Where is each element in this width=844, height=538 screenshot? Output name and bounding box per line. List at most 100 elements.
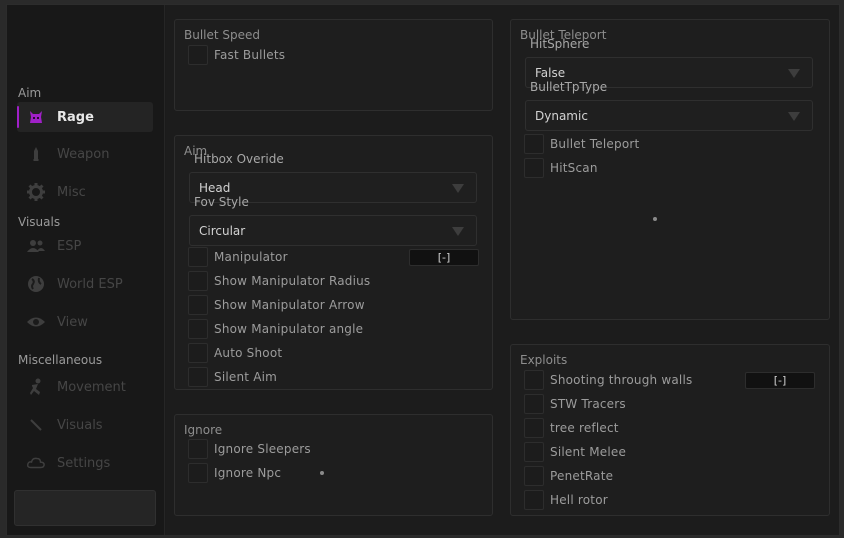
- checkbox-label: tree reflect: [550, 421, 619, 435]
- hitsphere-label: HitSphere: [530, 37, 590, 51]
- sidebar-item-label: Movement: [57, 379, 126, 395]
- sidebar-item-label: Rage: [57, 109, 94, 125]
- checkbox-label: Ignore Npc: [214, 466, 282, 480]
- checkbox[interactable]: [188, 45, 208, 65]
- sidebar-item-label: Visuals: [57, 417, 103, 433]
- fov-style-label: Fov Style: [194, 195, 249, 209]
- panel-title: Ignore: [184, 423, 223, 437]
- profile-box[interactable]: [14, 490, 156, 526]
- fast-bullets-checkbox[interactable]: Fast Bullets: [188, 45, 285, 65]
- checkbox[interactable]: [188, 247, 208, 267]
- cloud-icon: [27, 454, 45, 472]
- penetrate-checkbox[interactable]: PenetRate: [524, 466, 613, 486]
- hell-rotor-checkbox[interactable]: Hell rotor: [524, 490, 608, 510]
- users-icon: [27, 237, 45, 255]
- sidebar: Aim Rage Weapon Misc Visuals ESP World E…: [7, 5, 165, 535]
- sidebar-item-label: Misc: [57, 184, 86, 200]
- checkbox[interactable]: [524, 370, 544, 390]
- sidebar-item-visuals[interactable]: Visuals: [17, 410, 153, 440]
- globe-icon: [27, 275, 45, 293]
- sidebar-item-esp[interactable]: ESP: [17, 231, 153, 261]
- silent-melee-checkbox[interactable]: Silent Melee: [524, 442, 626, 462]
- checkbox[interactable]: [188, 319, 208, 339]
- checkbox[interactable]: [524, 442, 544, 462]
- manipulator-checkbox[interactable]: Manipulator: [188, 247, 288, 267]
- sidebar-item-label: ESP: [57, 238, 82, 254]
- pencil-icon: [27, 416, 45, 434]
- silent-aim-checkbox[interactable]: Silent Aim: [188, 367, 277, 387]
- checkbox[interactable]: [524, 158, 544, 178]
- stw-tracers-checkbox[interactable]: STW Tracers: [524, 394, 626, 414]
- shooting-through-walls-checkbox[interactable]: Shooting through walls: [524, 370, 692, 390]
- ignore-npc-checkbox[interactable]: Ignore Npc: [188, 463, 281, 483]
- panel-title: Exploits: [520, 353, 568, 367]
- sidebar-section-misc: Miscellaneous: [18, 353, 103, 367]
- auto-shoot-checkbox[interactable]: Auto Shoot: [188, 343, 282, 363]
- app-window: Aim Rage Weapon Misc Visuals ESP World E…: [6, 4, 840, 536]
- sidebar-item-misc[interactable]: Misc: [17, 177, 153, 207]
- sidebar-item-settings[interactable]: Settings: [17, 448, 153, 478]
- hitscan-checkbox[interactable]: HitScan: [524, 158, 598, 178]
- checkbox[interactable]: [188, 367, 208, 387]
- decorative-dot: [653, 217, 657, 221]
- checkbox-label: Show Manipulator Radius: [214, 274, 371, 288]
- dropdown-value: Circular: [199, 224, 246, 238]
- ignore-sleepers-checkbox[interactable]: Ignore Sleepers: [188, 439, 311, 459]
- ignore-panel: Ignore Ignore Sleepers Ignore Npc: [174, 414, 493, 516]
- sidebar-item-weapon[interactable]: Weapon: [17, 139, 153, 169]
- show-manipulator-angle-checkbox[interactable]: Show Manipulator angle: [188, 319, 363, 339]
- sidebar-section-visuals: Visuals: [18, 215, 61, 229]
- checkbox-label: Silent Melee: [550, 445, 627, 459]
- bullet-tp-type-dropdown[interactable]: Dynamic: [525, 100, 813, 131]
- sidebar-item-movement[interactable]: Movement: [17, 372, 153, 402]
- sidebar-section-aim: Aim: [18, 86, 42, 100]
- chevron-down-icon: [788, 69, 800, 78]
- aim-panel: Aim Hitbox Overide Head Fov Style Circul…: [174, 135, 493, 390]
- show-manipulator-arrow-checkbox[interactable]: Show Manipulator Arrow: [188, 295, 365, 315]
- tree-reflect-checkbox[interactable]: tree reflect: [524, 418, 619, 438]
- demon-icon: [27, 108, 45, 126]
- checkbox[interactable]: [524, 394, 544, 414]
- checkbox[interactable]: [524, 418, 544, 438]
- checkbox-label: Show Manipulator Arrow: [214, 298, 365, 312]
- chevron-down-icon: [788, 112, 800, 121]
- checkbox[interactable]: [188, 295, 208, 315]
- sidebar-item-label: World ESP: [57, 276, 123, 292]
- checkbox[interactable]: [188, 463, 208, 483]
- bullet-tp-type-label: BulletTpType: [530, 80, 608, 94]
- bullet-teleport-panel: Bullet Teleport HitSphere False BulletTp…: [510, 19, 830, 320]
- sidebar-item-view[interactable]: View: [17, 307, 153, 337]
- checkbox-label: Bullet Teleport: [550, 137, 640, 151]
- checkbox[interactable]: [524, 466, 544, 486]
- checkbox-label: Silent Aim: [214, 370, 278, 384]
- checkbox[interactable]: [188, 343, 208, 363]
- sidebar-item-label: Weapon: [57, 146, 110, 162]
- checkbox[interactable]: [524, 134, 544, 154]
- checkbox[interactable]: [524, 490, 544, 510]
- sidebar-item-rage[interactable]: Rage: [17, 102, 153, 132]
- sidebar-item-label: View: [57, 314, 88, 330]
- eye-icon: [27, 313, 45, 331]
- bullet-speed-panel: Bullet Speed Fast Bullets: [174, 19, 493, 111]
- dropdown-value: False: [535, 66, 566, 80]
- chevron-down-icon: [452, 184, 464, 193]
- checkbox-label: Manipulator: [214, 250, 288, 264]
- decorative-dot: [320, 471, 324, 475]
- checkbox[interactable]: [188, 439, 208, 459]
- dropdown-value: Dynamic: [535, 109, 588, 123]
- sidebar-item-world-esp[interactable]: World ESP: [17, 269, 153, 299]
- checkbox-label: Shooting through walls: [550, 373, 693, 387]
- bullet-teleport-checkbox[interactable]: Bullet Teleport: [524, 134, 639, 154]
- checkbox-label: HitScan: [550, 161, 598, 175]
- gear-icon: [27, 183, 45, 201]
- manipulator-keybind[interactable]: [-]: [409, 249, 479, 266]
- main-content: Bullet Speed Fast Bullets Aim Hitbox Ove…: [166, 5, 839, 535]
- checkbox-label: Ignore Sleepers: [214, 442, 311, 456]
- show-manipulator-radius-checkbox[interactable]: Show Manipulator Radius: [188, 271, 370, 291]
- fov-style-dropdown[interactable]: Circular: [189, 215, 477, 246]
- exploits-panel: Exploits Shooting through walls [-] STW …: [510, 344, 830, 516]
- checkbox[interactable]: [188, 271, 208, 291]
- stw-keybind[interactable]: [-]: [745, 372, 815, 389]
- checkbox-label: Auto Shoot: [214, 346, 283, 360]
- chevron-down-icon: [452, 227, 464, 236]
